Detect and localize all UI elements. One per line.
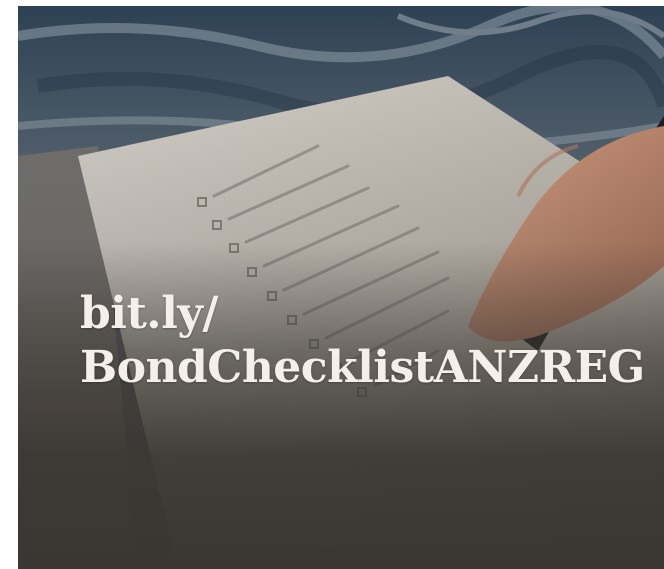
caption-line-1: bit.ly/ [80,288,218,339]
short-link-caption: bit.ly/ BondChecklistANZREG [80,287,645,394]
checklist-photo: bit.ly/ BondChecklistANZREG [18,6,664,569]
image-frame: bit.ly/ BondChecklistANZREG [0,0,664,569]
caption-line-2: BondChecklistANZREG [80,341,645,393]
